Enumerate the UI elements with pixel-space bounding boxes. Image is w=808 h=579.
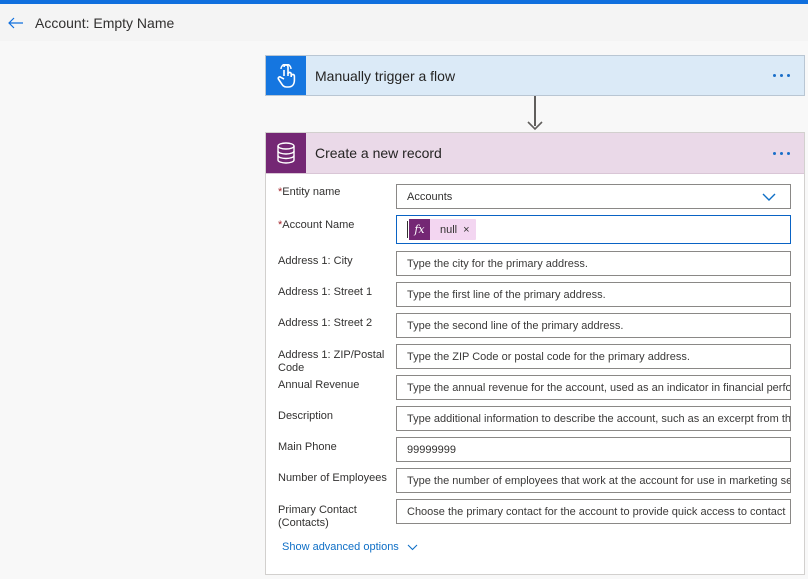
trigger-more-button[interactable] (766, 66, 796, 86)
text-caret (407, 221, 408, 238)
primary-contact-input[interactable]: Choose the primary contact for the accou… (396, 499, 791, 524)
page-title: Account: Empty Name (35, 14, 175, 31)
action-card-header[interactable]: Create a new record (266, 133, 804, 174)
chevron-down-icon (762, 193, 776, 201)
account-name-input[interactable]: fx null × (396, 215, 791, 244)
back-button[interactable] (3, 10, 29, 36)
dot-icon (786, 74, 790, 77)
annual-revenue-input[interactable]: Type the annual revenue for the account,… (396, 375, 791, 400)
field-label: Address 1: Street 1 (278, 286, 373, 298)
field-label: Address 1: Street 2 (278, 317, 373, 329)
dot-icon (779, 74, 783, 77)
expression-token[interactable]: fx null × (409, 219, 476, 240)
field-label-text: Entity name (282, 186, 341, 198)
action-icon-box (266, 133, 306, 173)
description-input[interactable]: Type additional information to describe … (396, 406, 791, 431)
trigger-icon-box (266, 56, 306, 95)
advanced-options-label: Show advanced options (282, 541, 399, 553)
field-label: Address 1: City (278, 255, 353, 267)
action-card: Create a new record *Entity name Account… (265, 132, 805, 575)
field-label: Annual Revenue (278, 379, 360, 391)
field-label: Primary Contact (Contacts) (278, 504, 357, 529)
touch-hand-icon (277, 63, 296, 88)
entity-name-dropdown[interactable]: Accounts (396, 184, 791, 209)
fx-icon: fx (409, 219, 430, 240)
dot-icon (772, 74, 776, 77)
chevron-down-icon (407, 544, 418, 550)
field-label: *Entity name (278, 186, 396, 199)
database-icon (277, 142, 295, 164)
header-bar: Account: Empty Name (0, 4, 808, 41)
action-more-button[interactable] (766, 143, 796, 163)
entity-name-value: Accounts (407, 190, 453, 203)
trigger-title: Manually trigger a flow (315, 67, 456, 84)
address-city-input[interactable]: Type the city for the primary address. (396, 251, 791, 276)
address-street-1-input[interactable]: Type the first line of the primary addre… (396, 282, 791, 307)
dot-icon (779, 151, 783, 155)
action-title: Create a new record (315, 145, 442, 161)
show-advanced-options-link[interactable]: Show advanced options (282, 541, 418, 553)
field-label-text: Account Name (282, 219, 355, 231)
number-of-employees-input[interactable]: Type the number of employees that work a… (396, 468, 791, 493)
field-label: Number of Employees (278, 472, 387, 484)
trigger-card[interactable]: Manually trigger a flow (265, 55, 805, 96)
back-arrow-icon (8, 17, 23, 28)
field-label: Description (278, 410, 334, 422)
address-street-2-input[interactable]: Type the second line of the primary addr… (396, 313, 791, 338)
arrow-down-icon (527, 121, 543, 131)
main-phone-input[interactable]: 99999999 (396, 437, 791, 462)
token-label: null (440, 223, 458, 236)
field-label: *Account Name (278, 219, 396, 232)
dot-icon (772, 151, 776, 155)
dot-icon (786, 151, 790, 155)
token-remove-icon[interactable]: × (463, 224, 475, 236)
field-label: Address 1: ZIP/Postal Code (278, 349, 385, 374)
address-zip-input[interactable]: Type the ZIP Code or postal code for the… (396, 344, 791, 369)
field-label: Main Phone (278, 441, 337, 453)
